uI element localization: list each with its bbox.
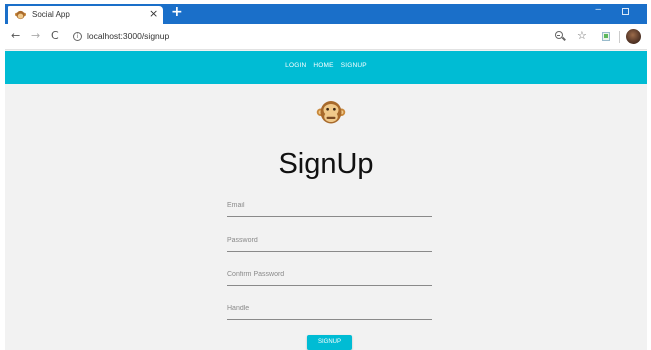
confirm-password-input[interactable] <box>227 264 432 285</box>
app-navbar: LOGIN HOME SIGNUP <box>5 51 647 84</box>
handle-field[interactable] <box>227 298 432 320</box>
password-input[interactable] <box>227 230 432 251</box>
window-maximize-icon[interactable] <box>622 8 629 15</box>
address-bar[interactable]: localhost:3000/signup <box>87 31 169 41</box>
monkey-logo-icon <box>316 101 346 124</box>
nav-links: LOGIN HOME SIGNUP <box>5 62 647 69</box>
back-arrow-icon[interactable]: ← <box>11 29 20 43</box>
tab-close-icon[interactable]: × <box>149 8 158 20</box>
email-input[interactable] <box>227 195 432 216</box>
monkey-favicon-icon <box>15 10 26 20</box>
nav-signup-link[interactable]: SIGNUP <box>341 62 367 69</box>
new-tab-button[interactable]: + <box>171 5 185 19</box>
browser-toolbar: ← → C i localhost:3000/signup ☆ <box>5 24 647 50</box>
extension-icon[interactable] <box>602 32 610 41</box>
forward-arrow-icon[interactable]: → <box>31 29 40 43</box>
email-field[interactable] <box>227 195 432 217</box>
toolbar-divider <box>619 31 620 43</box>
window-minimize-icon[interactable]: ‒ <box>595 5 605 16</box>
reload-icon[interactable]: C <box>51 29 59 43</box>
tab-accent <box>6 6 8 24</box>
tab-title: Social App <box>32 10 70 19</box>
password-field[interactable] <box>227 230 432 252</box>
nav-home-link[interactable]: HOME <box>313 62 333 69</box>
tab-strip: Social App × + ‒ <box>5 4 647 24</box>
page-title: SignUp <box>278 148 374 180</box>
signup-button[interactable]: SIGNUP <box>307 335 352 350</box>
zoom-icon[interactable] <box>555 31 563 39</box>
info-icon[interactable]: i <box>73 32 82 41</box>
browser-window: Social App × + ‒ ← → C i localhost:3000/… <box>5 4 647 350</box>
browser-tab[interactable]: Social App × <box>6 6 163 24</box>
handle-input[interactable] <box>227 298 432 319</box>
nav-login-link[interactable]: LOGIN <box>285 62 306 69</box>
confirm-password-field[interactable] <box>227 264 432 286</box>
profile-avatar[interactable] <box>626 29 641 44</box>
star-icon[interactable]: ☆ <box>577 29 587 42</box>
